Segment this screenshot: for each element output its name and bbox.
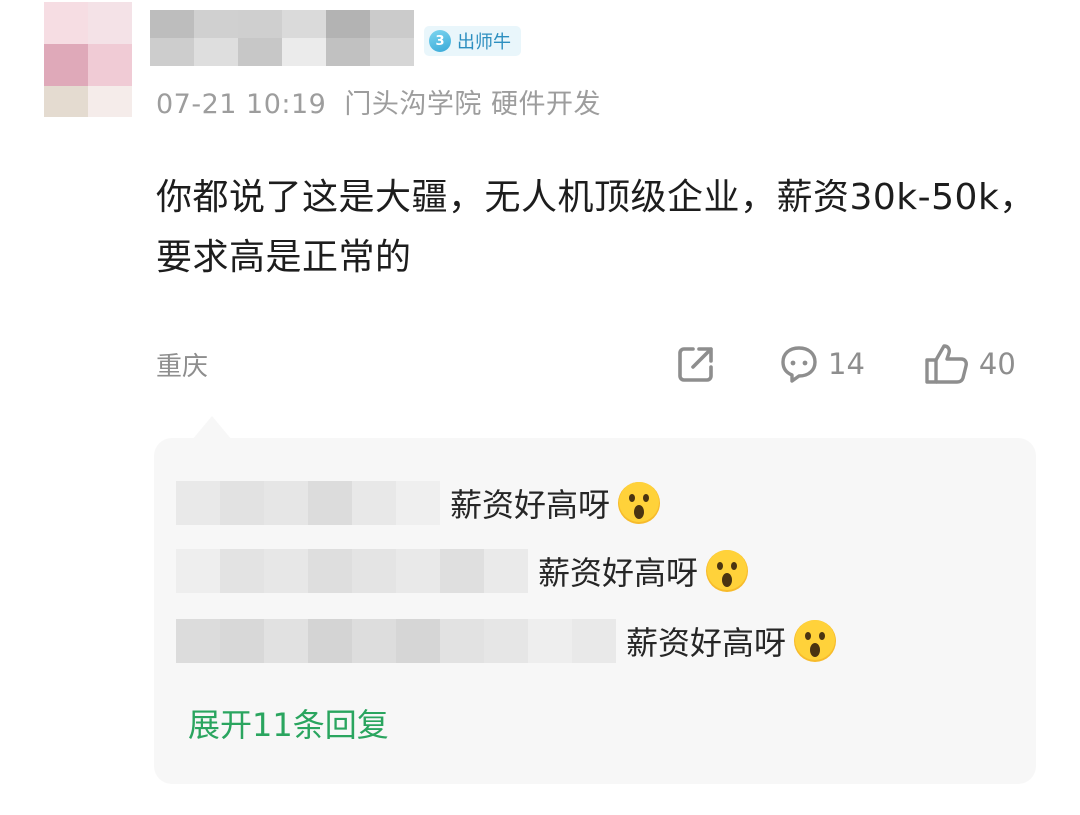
reply-item[interactable]: 薪资好高呀 bbox=[176, 618, 838, 664]
blur-tile bbox=[396, 549, 440, 593]
blur-tile bbox=[370, 38, 414, 66]
reply-author-blurred[interactable] bbox=[176, 481, 440, 525]
blur-tile bbox=[352, 481, 396, 525]
share-button[interactable] bbox=[676, 344, 716, 384]
blur-tile bbox=[440, 549, 484, 593]
astonished-face-emoji-icon bbox=[794, 620, 837, 662]
blur-tile bbox=[282, 10, 326, 38]
blur-tile bbox=[282, 38, 326, 66]
post-meta: 07-21 10:19 门头沟学院 硬件开发 bbox=[156, 82, 601, 121]
share-icon bbox=[678, 347, 713, 382]
school-label: 门头沟学院 bbox=[344, 89, 482, 120]
blur-tile bbox=[176, 481, 220, 525]
reply-text: 薪资好高呀 bbox=[538, 548, 750, 594]
blur-tile bbox=[308, 481, 352, 525]
blur-tile bbox=[352, 619, 396, 663]
blur-tile bbox=[484, 549, 528, 593]
reply-text-content: 薪资好高呀 bbox=[626, 624, 787, 662]
blur-tile bbox=[194, 38, 238, 66]
comment-icon bbox=[781, 346, 817, 383]
blur-tile bbox=[264, 481, 308, 525]
blur-tile bbox=[220, 481, 264, 525]
comment-count: 14 bbox=[828, 347, 865, 381]
reply-text-content: 薪资好高呀 bbox=[450, 486, 611, 524]
blur-tile bbox=[88, 2, 132, 44]
blur-tile bbox=[150, 38, 194, 66]
blur-tile bbox=[220, 619, 264, 663]
astonished-face-emoji-icon bbox=[618, 482, 661, 524]
blur-tile bbox=[352, 549, 396, 593]
blur-tile bbox=[150, 10, 194, 38]
reply-text: 薪资好高呀 bbox=[626, 618, 838, 664]
blur-tile bbox=[308, 549, 352, 593]
location-label: 重庆 bbox=[156, 352, 209, 382]
level-number: 3 bbox=[429, 30, 451, 52]
reply-item[interactable]: 薪资好高呀 bbox=[176, 548, 750, 594]
blur-tile bbox=[528, 619, 572, 663]
blur-tile bbox=[88, 86, 132, 117]
blur-tile bbox=[396, 481, 440, 525]
blur-tile bbox=[370, 10, 414, 38]
astonished-face-emoji-icon bbox=[706, 550, 749, 592]
blur-tile bbox=[572, 619, 616, 663]
like-button[interactable]: 40 bbox=[923, 342, 1016, 386]
blur-tile bbox=[176, 549, 220, 593]
blur-tile bbox=[308, 619, 352, 663]
reply-author-blurred[interactable] bbox=[176, 549, 528, 593]
action-bar: 14 40 bbox=[676, 340, 1016, 388]
username-blurred[interactable] bbox=[150, 10, 414, 66]
reply-box-pointer bbox=[192, 416, 232, 440]
blur-tile bbox=[44, 44, 88, 86]
badge-label: 出师牛 bbox=[457, 32, 511, 53]
blur-tile bbox=[440, 619, 484, 663]
blur-tile bbox=[484, 619, 528, 663]
major-label: 硬件开发 bbox=[490, 89, 601, 120]
blur-tile bbox=[176, 619, 220, 663]
post-content: 你都说了这是大疆，无人机顶级企业，薪资30k-50k，要求高是正常的 bbox=[156, 177, 1036, 278]
expand-replies-button[interactable]: 展开11条回复 bbox=[188, 700, 389, 746]
like-count: 40 bbox=[978, 347, 1016, 381]
blur-tile bbox=[88, 44, 132, 86]
thumbs-up-icon bbox=[925, 344, 968, 384]
comment-button[interactable]: 14 bbox=[778, 343, 865, 385]
reply-text: 薪资好高呀 bbox=[450, 480, 662, 526]
blur-tile bbox=[396, 619, 440, 663]
blur-tile bbox=[220, 549, 264, 593]
blur-tile bbox=[194, 10, 238, 38]
timestamp: 07-21 10:19 bbox=[156, 89, 327, 120]
level-badge: 3 出师牛 bbox=[424, 26, 521, 56]
avatar[interactable] bbox=[44, 2, 132, 117]
blur-tile bbox=[264, 619, 308, 663]
blur-tile bbox=[326, 38, 370, 66]
blur-tile bbox=[264, 549, 308, 593]
reply-text-content: 薪资好高呀 bbox=[538, 554, 699, 592]
reply-item[interactable]: 薪资好高呀 bbox=[176, 480, 662, 526]
reply-author-blurred[interactable] bbox=[176, 619, 616, 663]
blur-tile bbox=[238, 10, 282, 38]
blur-tile bbox=[238, 38, 282, 66]
blur-tile bbox=[326, 10, 370, 38]
blur-tile bbox=[44, 2, 88, 44]
blur-tile bbox=[44, 86, 88, 117]
